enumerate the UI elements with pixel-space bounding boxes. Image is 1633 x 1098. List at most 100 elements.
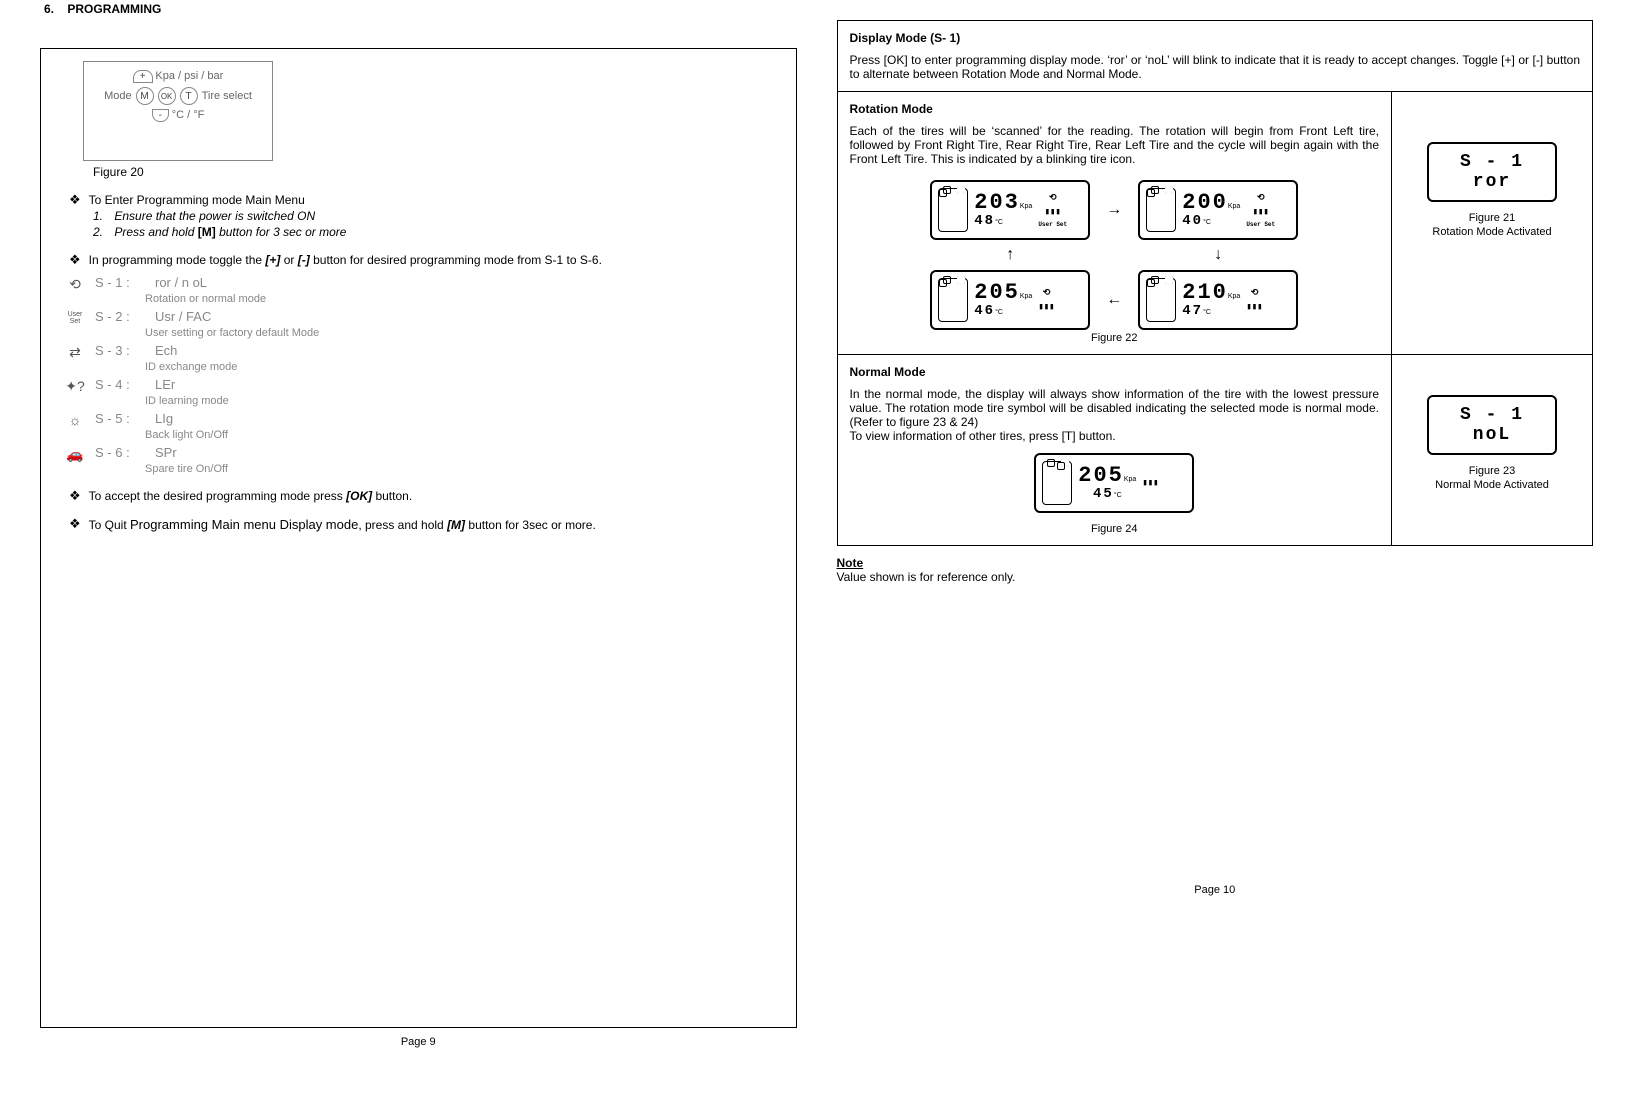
b2-post: button for desired programming mode from… — [310, 253, 602, 267]
mode-value: LEr — [155, 377, 175, 392]
m-button-icon: M — [136, 87, 154, 105]
minus-button-icon: - — [152, 109, 169, 122]
temp-unit: °C — [995, 219, 1003, 226]
lcd-tile-rr: 210Kpa 47°C ⟲▮▮▮ — [1138, 270, 1298, 330]
fr-pressure: 200 — [1182, 190, 1228, 215]
bullet-icon: ❖ — [69, 193, 81, 206]
b4-pre: To Quit — [89, 518, 130, 532]
normal-pressure: 205 — [1078, 463, 1124, 488]
rl-pressure: 205 — [974, 280, 1020, 305]
lcd-line1: S - 1 — [1460, 406, 1524, 424]
bullet-quit-programming: ❖ To Quit Programming Main menu Display … — [69, 517, 784, 532]
arrow-right-icon: → — [1106, 201, 1122, 219]
b3-btn: [OK] — [346, 489, 372, 503]
mode-desc: Rotation or normal mode — [145, 293, 784, 305]
figure-23-caption: Figure 23 — [1404, 465, 1580, 477]
battery-icon: ▮▮▮ — [1038, 302, 1054, 312]
car-icon — [1146, 278, 1176, 322]
rotation-icon: ⟲ — [65, 275, 85, 293]
sub-step-1: 1. Ensure that the power is switched ON — [93, 209, 784, 223]
mode-value: Ech — [155, 343, 177, 358]
car-icon — [938, 188, 968, 232]
arrow-up-icon: ↑ — [1006, 246, 1014, 264]
step2-button: [M] — [198, 225, 216, 239]
userset-icon: User Set — [65, 309, 85, 327]
b2-btn1: [+] — [265, 253, 280, 267]
temp-unit: °C — [1203, 219, 1211, 226]
tire-select-label: Tire select — [202, 90, 252, 102]
bullet-text: To Quit Programming Main menu Display mo… — [89, 517, 784, 532]
fl-pressure: 203 — [974, 190, 1020, 215]
mode-s4: ✦? S - 4 : LEr — [65, 377, 784, 395]
exchange-icon: ⇄ — [65, 343, 85, 361]
normal-temp: 45 — [1093, 486, 1114, 502]
unit-label: Kpa / psi / bar — [155, 70, 223, 82]
mode-desc: User setting or factory default Mode — [145, 327, 784, 339]
rotation-icon: ⟲ — [1257, 193, 1265, 203]
section-number: 6. — [44, 2, 54, 16]
b4-mid: , press and hold — [358, 518, 447, 532]
mode-code: S - 3 : — [95, 343, 145, 358]
b2-mid: or — [280, 253, 297, 267]
rotation-mode-row: Rotation Mode Each of the tires will be … — [838, 92, 1593, 355]
b4-post: button for 3sec or more. — [465, 518, 596, 532]
rotation-main: Rotation Mode Each of the tires will be … — [838, 92, 1393, 354]
userset-label: User Set — [1038, 221, 1067, 228]
mode-code: S - 6 : — [95, 445, 145, 460]
rotation-side: S - 1 ror Figure 21 Rotation Mode Activa… — [1392, 92, 1592, 354]
left-page-body: + Kpa / psi / bar Mode M OK T Tire selec… — [40, 48, 797, 1028]
mode-desc: ID exchange mode — [145, 361, 784, 373]
battery-icon: ▮▮▮ — [1253, 207, 1269, 217]
page-number-right: Page 10 — [837, 884, 1594, 896]
mode-label: Mode — [104, 90, 132, 102]
note-label: Note — [837, 556, 864, 570]
bullet-accept-mode: ❖ To accept the desired programming mode… — [69, 489, 784, 503]
normal-side: S - 1 noL Figure 23 Normal Mode Activate… — [1392, 355, 1592, 545]
mode-code: S - 2 : — [95, 309, 145, 324]
lcd-line2: ror — [1473, 173, 1511, 191]
mode-desc: Back light On/Off — [145, 429, 784, 441]
figure-24-caption: Figure 24 — [850, 523, 1380, 535]
bullet-text: To accept the desired programming mode p… — [89, 489, 784, 503]
bullet-icon: ❖ — [69, 517, 81, 530]
mode-desc: Spare tire On/Off — [145, 463, 784, 475]
mode-code: S - 4 : — [95, 377, 145, 392]
bullet-icon: ❖ — [69, 253, 81, 266]
note-body: Value shown is for reference only. — [837, 570, 1016, 584]
step2-pre: Press and hold — [114, 225, 197, 239]
bullet-text: In programming mode toggle the [+] or [-… — [89, 253, 784, 267]
battery-icon: ▮▮▮ — [1045, 207, 1061, 217]
display-mode-body: Press [OK] to enter programming display … — [850, 53, 1581, 81]
lcd-tile-rl: 205Kpa 46°C ⟲▮▮▮ — [930, 270, 1090, 330]
normal-body2: To view information of other tires, pres… — [850, 429, 1380, 443]
b2-btn2: [-] — [298, 253, 310, 267]
bullet-enter-programming: ❖ To Enter Programming mode Main Menu 1.… — [69, 193, 784, 239]
pressure-unit: Kpa — [1020, 293, 1032, 300]
step2-post: button for 3 sec or more — [216, 225, 347, 239]
rotation-icon: ⟲ — [1251, 288, 1259, 298]
arrow-left-icon: ← — [1106, 291, 1122, 309]
page-spread: 6. PROGRAMMING + Kpa / psi / bar Mode M … — [0, 0, 1633, 1068]
lcd-tile-normal: 205Kpa 45°C ▮▮▮ — [1034, 453, 1194, 513]
figure-20-caption: Figure 20 — [93, 165, 784, 179]
mode-code: S - 1 : — [95, 275, 145, 290]
rl-temp: 46 — [974, 303, 995, 319]
lcd-tile-fr: 200Kpa 40°C ⟲▮▮▮User Set — [1138, 180, 1298, 240]
figure-21-caption: Figure 21 — [1404, 212, 1580, 224]
figure-22-caption: Figure 22 — [850, 332, 1380, 344]
sub-step-2: 2. Press and hold [M] button for 3 sec o… — [93, 225, 784, 239]
mode-s3: ⇄ S - 3 : Ech — [65, 343, 784, 361]
t-button-icon: T — [180, 87, 198, 105]
rr-temp: 47 — [1182, 303, 1203, 319]
display-mode-header: Display Mode (S- 1) Press [OK] to enter … — [838, 21, 1593, 92]
lcd-mini-rotation: S - 1 ror — [1427, 142, 1557, 202]
car-icon — [1146, 188, 1176, 232]
right-page: Display Mode (S- 1) Press [OK] to enter … — [837, 20, 1594, 1048]
rr-pressure: 210 — [1182, 280, 1228, 305]
mode-value: SPr — [155, 445, 177, 460]
b4-big: Programming Main menu Display mode — [130, 517, 358, 532]
fr-temp: 40 — [1182, 213, 1203, 229]
plus-button-icon: + — [133, 70, 153, 83]
figure-21-subcaption: Rotation Mode Activated — [1404, 226, 1580, 238]
step1-text: Ensure that the power is switched ON — [114, 209, 315, 223]
